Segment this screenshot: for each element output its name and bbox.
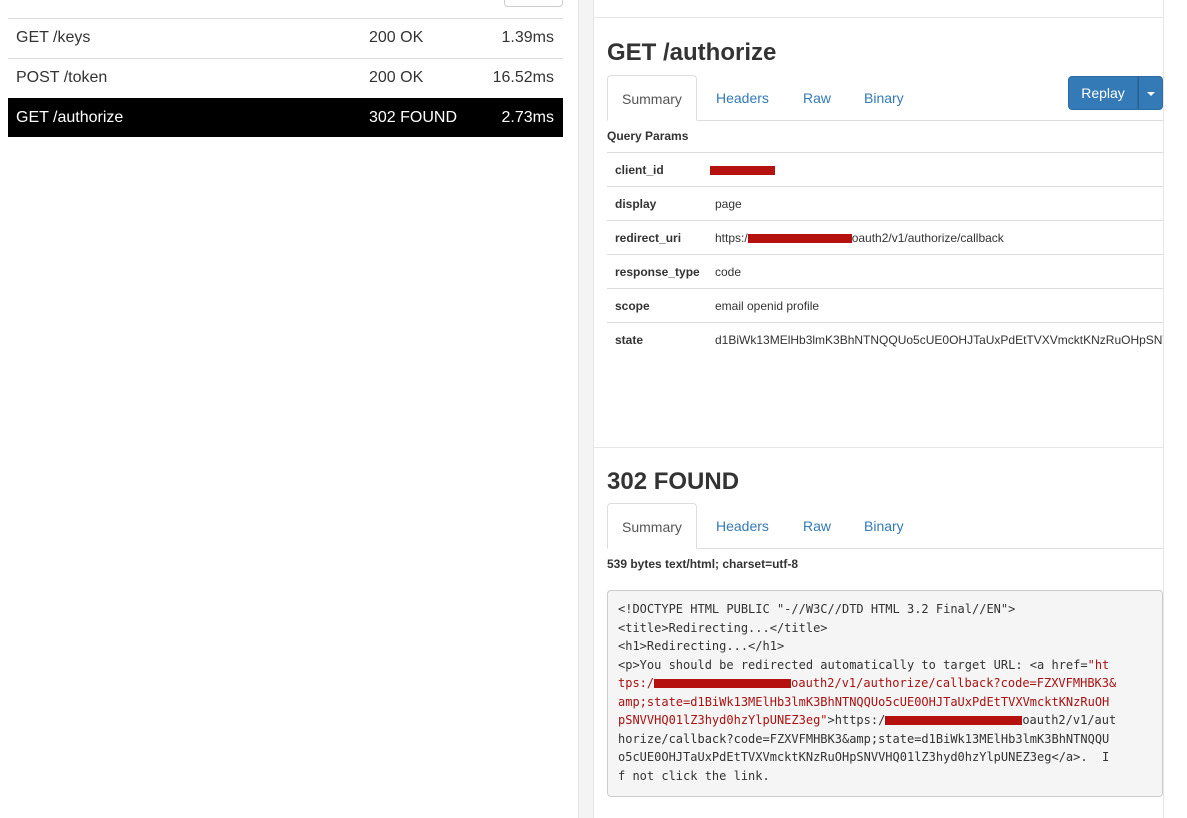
redacted-value [710, 166, 775, 176]
param-row: display page [607, 186, 1163, 220]
filter-button[interactable] [504, 0, 563, 7]
code-line: <p>You should be redirected automaticall… [618, 657, 1088, 672]
code-line: o5cUE0OHJTaUxPdEtTVXVmcktKNzRuOHpSNVVHQ0… [618, 750, 1110, 764]
flow-detail-panel: GET /authorize Summary Headers Raw Binar… [594, 0, 1163, 818]
flow-request: POST /token [16, 69, 108, 86]
param-row: redirect_uri https:/ oauth2/v1/authorize/… [607, 220, 1163, 254]
param-value: page [715, 197, 742, 211]
param-value: https:/ oauth2/v1/authorize/callback [715, 231, 1004, 245]
tab-request-headers[interactable]: Headers [716, 75, 769, 120]
param-row: client_id [607, 152, 1163, 186]
scrollbar[interactable] [1163, 0, 1177, 818]
param-key: response_type [615, 265, 700, 279]
code-line: >https:/ [827, 713, 886, 727]
query-params-label: Query Params [607, 129, 689, 143]
flow-row[interactable]: POST /token 200 OK 16.52ms [8, 58, 563, 97]
redacted-value [654, 679, 792, 688]
replay-dropdown-toggle[interactable] [1138, 76, 1163, 110]
param-key: state [615, 333, 644, 347]
param-value: d1BiWk13MElHb3lmK3BhNTNQQUo5cUE0OHJTaUxP… [715, 333, 1163, 347]
redacted-value [747, 234, 852, 244]
request-title: GET /authorize [607, 39, 777, 66]
code-string: tps:/ [618, 676, 655, 690]
tab-request-binary[interactable]: Binary [864, 75, 904, 120]
tab-request-raw[interactable]: Raw [803, 75, 831, 120]
response-tabs: Summary Headers Raw Binary [607, 503, 1163, 549]
tab-response-raw[interactable]: Raw [803, 503, 831, 548]
code-string: amp;state=d1BiWk13MElHb3lmK3BhNTNQQUo5cU… [618, 694, 1110, 709]
tab-response-summary[interactable]: Summary [607, 503, 697, 549]
param-key: redirect_uri [615, 231, 682, 245]
code-line: oauth2/v1/aut [1022, 713, 1117, 727]
code-string: "ht [1087, 657, 1110, 672]
flow-request: GET /keys [16, 29, 91, 46]
response-title: 302 FOUND [607, 468, 740, 495]
redacted-value [885, 716, 1023, 725]
code-string: oauth2/v1/authorize/callback?code=FZXVFM… [791, 676, 1117, 690]
param-value [710, 163, 775, 177]
param-row: response_type code [607, 254, 1163, 288]
flow-time: 1.39ms [501, 29, 554, 46]
tab-response-headers[interactable]: Headers [716, 503, 769, 548]
param-value-suffix: oauth2/v1/authorize/callback [851, 231, 1004, 245]
flow-request: GET /authorize [16, 109, 124, 126]
response-meta: 539 bytes text/html; charset=utf-8 [607, 557, 799, 571]
code-line: f not click the link. [618, 768, 770, 783]
divider [594, 447, 1163, 448]
param-row: state d1BiWk13MElHb3lmK3BhNTNQQUo5cUE0OH… [607, 322, 1163, 356]
tab-response-binary[interactable]: Binary [864, 503, 904, 548]
flow-status: 302 FOUND [369, 109, 458, 126]
code-line: horize/callback?code=FZXVFMHBK3&amp;stat… [618, 731, 1110, 746]
response-body-code: <!DOCTYPE HTML PUBLIC "-//W3C//DTD HTML … [607, 590, 1163, 797]
code-line: <h1>Redirecting...</h1> [618, 639, 785, 653]
replay-button[interactable]: Replay [1068, 76, 1138, 110]
flow-status: 200 OK [369, 69, 424, 86]
panel-splitter[interactable] [578, 0, 594, 818]
flow-status: 200 OK [369, 29, 424, 46]
caret-down-icon [1147, 92, 1155, 96]
flow-list-panel: GET /keys 200 OK 1.39ms POST /token 200 … [0, 0, 578, 818]
param-key: scope [615, 299, 650, 313]
flow-time: 16.52ms [492, 69, 554, 86]
param-key: client_id [615, 163, 664, 177]
divider [594, 17, 1163, 18]
code-string: pSNVVHQ01lZ3hyd0hzYlpUNEZ3eg" [618, 713, 828, 727]
param-value: email openid profile [715, 299, 820, 313]
param-value: code [715, 265, 742, 279]
flow-row[interactable]: GET /keys 200 OK 1.39ms [8, 18, 563, 57]
flow-time: 2.73ms [501, 109, 554, 126]
flow-row-selected[interactable]: GET /authorize 302 FOUND 2.73ms [8, 98, 563, 137]
param-row: scope email openid profile [607, 288, 1163, 322]
tab-request-summary[interactable]: Summary [607, 75, 697, 121]
param-value-prefix: https:/ [715, 231, 748, 245]
code-line: <!DOCTYPE HTML PUBLIC "-//W3C//DTD HTML … [618, 602, 1016, 616]
param-key: display [615, 197, 657, 211]
code-line: <title>Redirecting...</title> [618, 620, 828, 635]
